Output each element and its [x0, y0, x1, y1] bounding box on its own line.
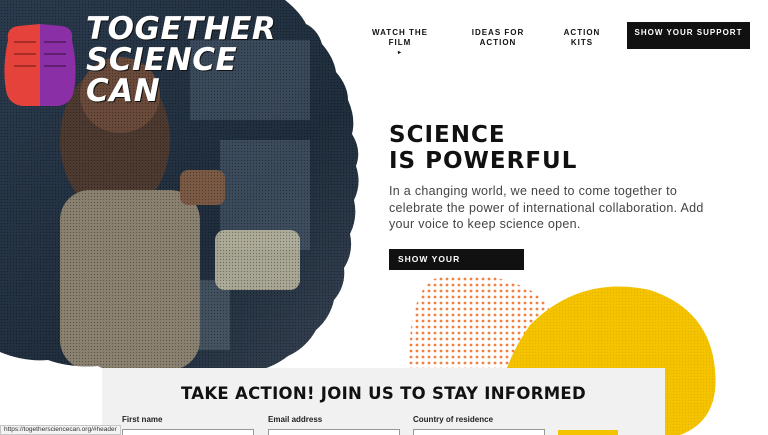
- hero-headline-line-1: SCIENCE: [389, 122, 506, 148]
- logo-line-2: SCIENCE: [86, 42, 238, 78]
- nav-show-support-button[interactable]: SHOW YOUR SUPPORT: [627, 22, 750, 49]
- hero-headline-line-2: IS POWERFUL: [389, 148, 578, 174]
- logo-wordmark: TOGETHER SCIENCE CAN: [86, 14, 276, 107]
- nav-action-kits[interactable]: ACTION KITS: [562, 28, 602, 48]
- hero-show-support-button[interactable]: SHOW YOUR SUPPORT▶: [389, 249, 524, 285]
- signup-submit-button[interactable]: [558, 430, 618, 435]
- site-logo[interactable]: TOGETHER SCIENCE CAN: [0, 8, 276, 118]
- email-input[interactable]: [268, 429, 400, 435]
- nav-watch-the-film-label: WATCH THE FILM: [372, 28, 428, 47]
- logo-line-1: TOGETHER: [86, 11, 277, 47]
- country-label: Country of residence: [413, 415, 494, 424]
- nav-watch-the-film[interactable]: WATCH THE FILM ▸: [360, 28, 440, 58]
- email-label: Email address: [268, 415, 323, 424]
- signup-panel: TAKE ACTION! JOIN US TO STAY INFORMED Fi…: [102, 368, 665, 435]
- logo-line-3: CAN: [86, 73, 161, 109]
- first-name-label: First name: [122, 415, 163, 424]
- hero-intro: In a changing world, we need to come tog…: [389, 184, 704, 231]
- signup-title: TAKE ACTION! JOIN US TO STAY INFORMED: [180, 384, 586, 403]
- first-name-input[interactable]: [122, 429, 254, 435]
- hero-headline: SCIENCE IS POWERFUL: [389, 122, 577, 174]
- caret-right-icon: ▸: [397, 50, 402, 56]
- main-nav: WATCH THE FILM ▸ IDEAS FOR ACTION ACTION…: [340, 22, 756, 58]
- fists-icon: [4, 24, 76, 106]
- nav-ideas-for-action[interactable]: IDEAS FOR ACTION: [468, 28, 528, 48]
- country-select[interactable]: [413, 429, 545, 435]
- browser-status-url: https://togethersciencecan.org/#header: [0, 425, 121, 435]
